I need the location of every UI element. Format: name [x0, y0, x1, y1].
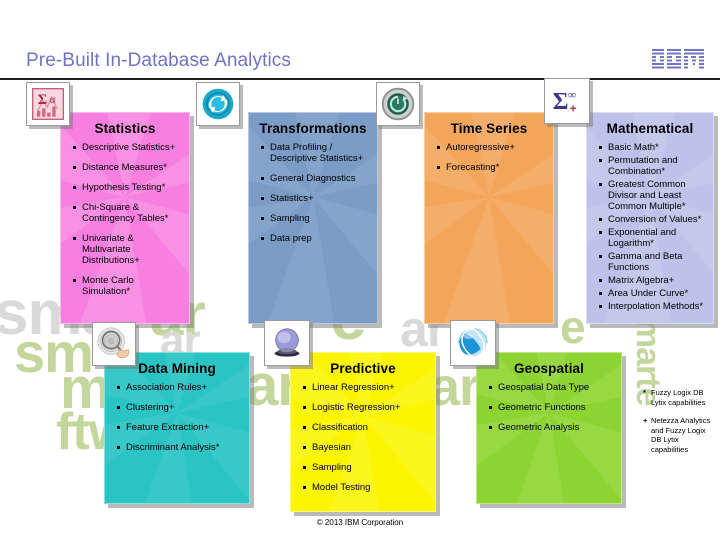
list-item: General Diagnostics — [261, 173, 371, 184]
list-item: Autoregressive+ — [437, 142, 547, 153]
circular-arrows-refresh-icon — [196, 82, 240, 126]
svg-text:∞: ∞ — [568, 88, 576, 101]
card-data-mining[interactable]: Data Mining Association Rules+ Clusterin… — [104, 352, 250, 504]
card-item-list: Association Rules+ Clustering+ Feature E… — [105, 382, 249, 453]
card-transformations[interactable]: Transformations Data Profiling / Descrip… — [248, 112, 378, 324]
list-item: Sampling — [303, 462, 429, 473]
card-item-list: Descriptive Statistics+ Distance Measure… — [61, 142, 189, 297]
list-item: Univariate & Multivariate Distributions+ — [73, 233, 183, 266]
sigma-infinity-plus-icon: Σ ∞ + — [544, 78, 590, 124]
card-title: Mathematical — [606, 121, 694, 136]
list-item: Hypothesis Testing* — [73, 182, 183, 193]
magnifier-over-data-icon — [92, 322, 136, 366]
card-title: Predictive — [330, 361, 396, 376]
list-item: Geometric Functions — [489, 402, 615, 413]
list-item: Logistic Regression+ — [303, 402, 429, 413]
legend-text: Fuzzy Logix DB Lytix capabilities — [651, 388, 706, 407]
list-item: Data prep — [261, 233, 371, 244]
list-item: Geospatial Data Type — [489, 382, 615, 393]
list-item: Area Under Curve* — [599, 288, 707, 299]
page-title: Pre-Built In-Database Analytics — [26, 50, 291, 71]
card-title: Transformations — [259, 121, 367, 136]
list-item: Classification — [303, 422, 429, 433]
card-title: Time Series — [450, 121, 528, 136]
legend-text: Netezza Analytics and Fuzzy Logix DB Lyt… — [651, 416, 711, 454]
list-item: Conversion of Values* — [599, 214, 707, 225]
list-item: Forecasting* — [437, 162, 547, 173]
list-item: Permutation and Combination* — [599, 155, 707, 177]
list-item: Gamma and Beta Functions — [599, 251, 707, 273]
crystal-ball-icon — [264, 320, 310, 366]
list-item: Sampling — [261, 213, 371, 224]
list-item: Interpolation Methods* — [599, 301, 707, 312]
stopwatch-clock-icon — [376, 82, 420, 126]
legend-entry: + Netezza Analytics and Fuzzy Logix DB L… — [643, 416, 717, 454]
card-item-list: Linear Regression+ Logistic Regression+ … — [291, 382, 435, 493]
list-item: Discriminant Analysis* — [117, 442, 243, 453]
watermark-word: e — [560, 301, 586, 353]
sigma-alpha-chart-icon: Σ α — [26, 82, 70, 126]
card-item-list: Basic Math* Permutation and Combination*… — [587, 142, 713, 312]
slide-canvas: sma sm mar ftwa e ar ar are e ar ar e sm… — [0, 0, 720, 540]
ibm-logo — [652, 49, 704, 69]
list-item: Linear Regression+ — [303, 382, 429, 393]
title-divider — [0, 78, 720, 80]
footer-copyright: © 2013 IBM Corporation — [316, 518, 404, 527]
svg-text:Σ: Σ — [38, 92, 47, 108]
list-item: Exponential and Logarithm* — [599, 227, 707, 249]
card-predictive[interactable]: Predictive Linear Regression+ Logistic R… — [290, 352, 436, 512]
svg-text:α: α — [50, 94, 56, 106]
globe-icon — [450, 320, 496, 366]
card-mathematical[interactable]: Mathematical Basic Math* Permutation and… — [586, 112, 714, 324]
card-time-series[interactable]: Time Series Autoregressive+ Forecasting* — [424, 112, 554, 324]
list-item: Chi-Square & Contingency Tables* — [73, 202, 183, 224]
svg-text:Σ: Σ — [553, 88, 569, 115]
list-item: Bayesian — [303, 442, 429, 453]
card-item-list: Autoregressive+ Forecasting* — [425, 142, 553, 173]
card-title: Statistics — [94, 121, 156, 136]
card-title: Geospatial — [513, 361, 585, 376]
list-item: Basic Math* — [599, 142, 707, 153]
list-item: Descriptive Statistics+ — [73, 142, 183, 153]
list-item: Statistics+ — [261, 193, 371, 204]
svg-text:+: + — [570, 103, 577, 116]
card-statistics[interactable]: Statistics Descriptive Statistics+ Dista… — [60, 112, 190, 324]
list-item: Geometric Analysis — [489, 422, 615, 433]
list-item: Feature Extraction+ — [117, 422, 243, 433]
list-item: Matrix Algebra+ — [599, 275, 707, 286]
list-item: Model Testing — [303, 482, 429, 493]
card-geospatial[interactable]: Geospatial Geospatial Data Type Geometri… — [476, 352, 622, 504]
legend: * Fuzzy Logix DB Lytix capabilities + Ne… — [643, 388, 717, 463]
list-item: Distance Measures* — [73, 162, 183, 173]
list-item: Clustering+ — [117, 402, 243, 413]
legend-marker: * — [643, 388, 646, 397]
list-item: Greatest Common Divisor and Least Common… — [599, 179, 707, 212]
legend-entry: * Fuzzy Logix DB Lytix capabilities — [643, 388, 717, 407]
card-item-list: Data Profiling / Descriptive Statistics+… — [249, 142, 377, 244]
card-item-list: Geospatial Data Type Geometric Functions… — [477, 382, 621, 433]
list-item: Monte Carlo Simulation* — [73, 275, 183, 297]
legend-marker: + — [643, 416, 648, 425]
list-item: Data Profiling / Descriptive Statistics+ — [261, 142, 371, 164]
list-item: Association Rules+ — [117, 382, 243, 393]
